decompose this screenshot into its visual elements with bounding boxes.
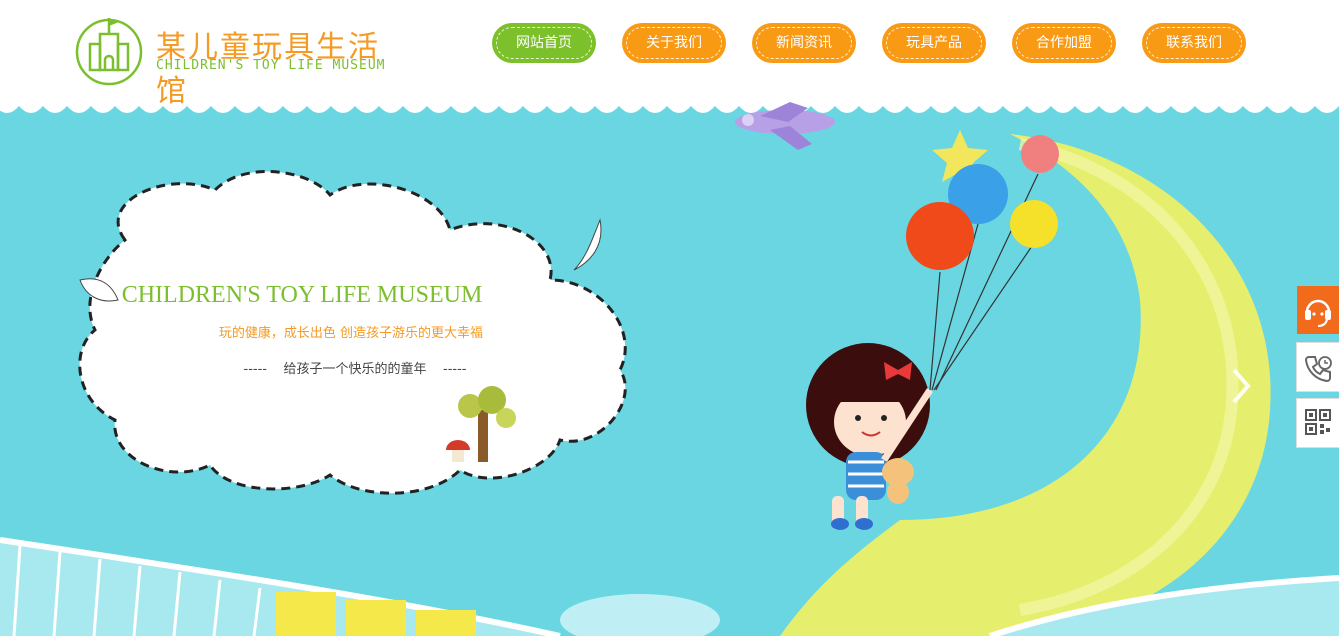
qr-code-icon (1305, 409, 1331, 435)
nav-item-news[interactable]: 新闻资讯 (752, 23, 856, 63)
banner-title: CHILDREN'S TOY LIFE MUSEUM (121, 282, 483, 308)
banner-subtitle: 玩的健康，成长出色 创造孩子游乐的更大幸福 (218, 326, 484, 341)
customer-service-button[interactable] (1297, 286, 1339, 334)
nav-item-about[interactable]: 关于我们 (622, 23, 726, 63)
site-header: 某儿童玩具生活馆 CHILDREN'S TOY LIFE MUSEUM 网站首页… (0, 0, 1339, 109)
chevron-left-icon[interactable] (88, 366, 118, 406)
nav-item-franchise[interactable]: 合作加盟 (1012, 23, 1116, 63)
nav-item-contact[interactable]: 联系我们 (1142, 23, 1246, 63)
logo-english-name: CHILDREN'S TOY LIFE MUSEUM (156, 58, 386, 73)
customer-service-icon (1305, 299, 1331, 327)
nav-item-home[interactable]: 网站首页 (492, 23, 596, 63)
nav-item-products[interactable]: 玩具产品 (882, 23, 986, 63)
phone-button[interactable] (1296, 342, 1339, 392)
qr-code-button[interactable] (1296, 398, 1339, 448)
logo[interactable]: 某儿童玩具生活馆 CHILDREN'S TOY LIFE MUSEUM (72, 12, 402, 109)
phone-icon (1304, 356, 1332, 383)
hero-banner: CHILDREN'S TOY LIFE MUSEUM 玩的健康，成长出色 创造孩… (0, 100, 1339, 636)
castle-icon (75, 18, 143, 86)
chevron-right-icon[interactable] (1226, 366, 1256, 406)
